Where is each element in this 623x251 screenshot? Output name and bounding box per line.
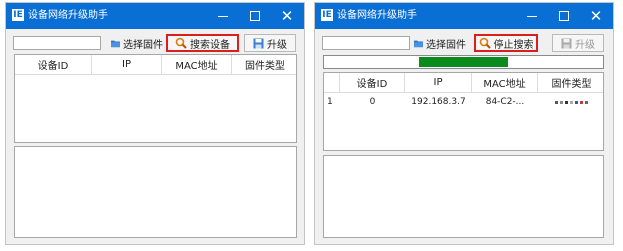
select-firmware-label: 选择固件	[426, 39, 466, 51]
upgrade-label: 升级	[575, 39, 595, 51]
device-table[interactable]: 设备ID IP MAC地址 固件类型 1 0 192.168.3.7 84-C2…	[323, 72, 604, 151]
maximize-button[interactable]	[240, 3, 270, 29]
title-bar[interactable]: IE 设备网络升级助手 ✕	[315, 3, 613, 29]
column-header-mac[interactable]: MAC地址	[472, 73, 538, 93]
cell-device-id: 0	[369, 97, 376, 107]
column-header-ip[interactable]: IP	[405, 73, 472, 93]
folder-icon	[111, 40, 120, 47]
row-number: 1	[327, 97, 333, 107]
search-input[interactable]	[13, 36, 101, 50]
close-icon: ✕	[589, 7, 603, 25]
maximize-button[interactable]	[549, 3, 579, 29]
toolbar: 选择固件 停止搜索 升级	[315, 31, 613, 53]
upgrade-button[interactable]: 升级	[552, 34, 604, 52]
folder-icon	[414, 40, 423, 47]
magnifier-icon	[479, 37, 491, 49]
log-output-area[interactable]	[323, 155, 604, 238]
save-icon	[253, 38, 264, 48]
cell-mac: 84-C2-...	[485, 97, 525, 107]
magnifier-icon	[175, 37, 187, 49]
upgrade-label: 升级	[267, 39, 287, 51]
maximize-icon	[559, 11, 569, 21]
minimize-icon	[218, 15, 228, 17]
stop-search-label: 停止搜索	[493, 39, 534, 51]
upgrade-button[interactable]: 升级	[244, 34, 296, 52]
column-header-firmware-type[interactable]: 固件类型	[538, 73, 603, 93]
row-number-header	[324, 73, 340, 93]
app-icon: IE	[12, 9, 24, 21]
minimize-button[interactable]	[208, 3, 238, 29]
select-firmware-button[interactable]: 选择固件	[111, 34, 163, 52]
close-button[interactable]: ✕	[581, 3, 611, 29]
upgrade-assistant-window-2: IE 设备网络升级助手 ✕ 选择固件 停止搜索 升级 设备ID IP MAC地址…	[314, 2, 614, 245]
column-header-device-id[interactable]: 设备ID	[15, 55, 92, 75]
cell-firmware-type	[538, 93, 603, 111]
title-bar[interactable]: IE 设备网络升级助手 ✕	[6, 3, 304, 29]
close-icon: ✕	[280, 7, 294, 25]
close-button[interactable]: ✕	[272, 3, 302, 29]
device-table[interactable]: 设备ID IP MAC地址 固件类型	[14, 54, 297, 143]
stop-search-button[interactable]: 停止搜索	[474, 34, 538, 52]
window-title: 设备网络升级助手	[28, 10, 108, 21]
search-devices-label: 搜索设备	[190, 39, 230, 51]
column-header-firmware-type[interactable]: 固件类型	[232, 55, 296, 75]
progress-bar-fill	[418, 57, 509, 67]
app-icon: IE	[321, 9, 333, 21]
select-firmware-label: 选择固件	[123, 39, 163, 51]
log-output-area[interactable]	[14, 146, 297, 238]
search-devices-button[interactable]: 搜索设备	[166, 34, 239, 52]
column-header-mac[interactable]: MAC地址	[162, 55, 232, 75]
maximize-icon	[250, 11, 260, 21]
window-title: 设备网络升级助手	[337, 10, 417, 21]
select-firmware-button[interactable]: 选择固件	[414, 34, 466, 52]
column-header-device-id[interactable]: 设备ID	[340, 73, 405, 93]
save-icon	[561, 38, 572, 48]
minimize-button[interactable]	[517, 3, 547, 29]
search-input[interactable]	[322, 36, 410, 50]
minimize-icon	[527, 15, 537, 17]
column-header-ip[interactable]: IP	[92, 55, 162, 75]
upgrade-assistant-window-1: IE 设备网络升级助手 ✕ 选择固件 搜索设备 升级 设备ID IP MAC地址…	[5, 2, 305, 245]
toolbar: 选择固件 搜索设备 升级	[6, 31, 304, 53]
search-progress-bar	[323, 55, 604, 69]
cell-ip: 192.168.3.7	[411, 97, 466, 107]
firmware-type-image	[555, 100, 588, 104]
